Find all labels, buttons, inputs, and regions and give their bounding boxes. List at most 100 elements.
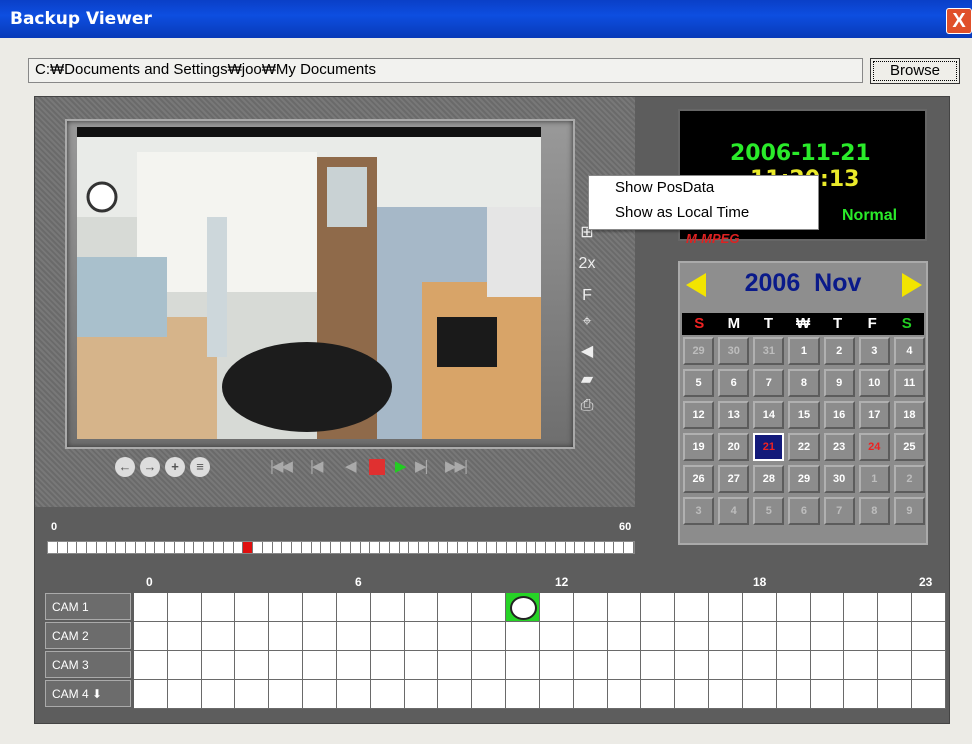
hour-cell[interactable]	[269, 622, 304, 651]
calendar-day[interactable]: 29	[683, 337, 715, 365]
hour-cell[interactable]	[201, 622, 236, 651]
hour-cell[interactable]	[776, 593, 811, 622]
prev-frame-icon[interactable]: |◀	[310, 457, 324, 477]
hour-cell[interactable]	[709, 622, 743, 651]
hour-cell[interactable]	[912, 622, 946, 651]
cam-4-button[interactable]: CAM 4 ⬇	[45, 680, 131, 707]
hour-cell[interactable]	[506, 622, 540, 651]
minute-cell[interactable]	[419, 542, 429, 553]
minute-cell[interactable]	[292, 542, 302, 553]
hour-cell[interactable]	[506, 593, 540, 622]
calendar-day[interactable]: 28	[753, 465, 785, 493]
minute-cell[interactable]	[136, 542, 146, 553]
calendar-day[interactable]: 11	[893, 369, 925, 397]
minute-cell[interactable]	[194, 542, 205, 553]
hour-cell[interactable]	[438, 622, 473, 651]
minute-cell[interactable]	[302, 542, 312, 553]
minute-cell[interactable]	[253, 542, 263, 553]
hour-cell[interactable]	[404, 680, 439, 709]
minute-cell[interactable]	[614, 542, 625, 553]
hour-cell[interactable]	[472, 651, 507, 680]
hour-cell[interactable]	[776, 680, 811, 709]
zoom-button[interactable]: 2x	[572, 255, 602, 273]
hour-cell[interactable]	[269, 593, 304, 622]
minute-cell[interactable]	[331, 542, 341, 553]
minute-cell[interactable]	[97, 542, 107, 553]
minute-cell[interactable]	[321, 542, 332, 553]
open-folder-icon[interactable]: ▰	[572, 369, 602, 389]
hour-cell[interactable]	[573, 622, 608, 651]
minute-cell[interactable]	[536, 542, 547, 553]
calendar-day[interactable]: 26	[683, 465, 715, 493]
minute-cell[interactable]	[243, 542, 254, 553]
minute-cell[interactable]	[439, 542, 449, 553]
hour-cell[interactable]	[810, 651, 845, 680]
hour-cell[interactable]	[709, 680, 743, 709]
calendar-day[interactable]: 5	[683, 369, 715, 397]
minute-cell[interactable]	[312, 542, 322, 553]
hour-cell[interactable]	[776, 651, 811, 680]
hour-cell[interactable]	[675, 651, 710, 680]
minute-cell[interactable]	[204, 542, 215, 553]
calendar-day[interactable]: 8	[788, 369, 820, 397]
hour-cell[interactable]	[201, 593, 236, 622]
prev-month-icon[interactable]	[686, 273, 706, 297]
minute-cell[interactable]	[478, 542, 488, 553]
calendar-day[interactable]: 19	[683, 433, 715, 461]
hour-cell[interactable]	[742, 622, 777, 651]
calendar-day[interactable]: 9	[823, 369, 855, 397]
snapshot-icon[interactable]: ⌖	[572, 313, 602, 331]
calendar-day[interactable]: 24	[858, 433, 890, 461]
calendar-day[interactable]: 25	[893, 433, 925, 461]
hour-cell[interactable]	[167, 651, 202, 680]
calendar-day[interactable]: 4	[893, 337, 925, 365]
minute-bar[interactable]	[47, 541, 635, 554]
calendar-day[interactable]: 27	[718, 465, 750, 493]
hour-cell[interactable]	[878, 593, 913, 622]
hour-cell[interactable]	[303, 593, 337, 622]
hour-cell[interactable]	[912, 593, 946, 622]
minute-cell[interactable]	[585, 542, 595, 553]
minute-cell[interactable]	[380, 542, 390, 553]
hour-cell[interactable]	[370, 680, 405, 709]
hour-cell[interactable]	[607, 680, 642, 709]
hour-cell[interactable]	[269, 651, 304, 680]
hour-cell[interactable]	[573, 680, 608, 709]
back-icon[interactable]: ←	[115, 457, 135, 477]
calendar-day[interactable]: 1	[788, 337, 820, 365]
play-icon[interactable]: ▶	[395, 457, 406, 477]
title-bar[interactable]: Backup Viewer X	[0, 0, 972, 38]
hour-cell[interactable]	[472, 680, 507, 709]
reverse-play-icon[interactable]: ◀	[345, 457, 356, 477]
calendar-day[interactable]: 2	[893, 465, 925, 493]
hour-cell[interactable]	[167, 680, 202, 709]
minute-cell[interactable]	[116, 542, 127, 553]
last-frame-icon[interactable]: ▶▶|	[445, 457, 468, 477]
hour-cell[interactable]	[167, 622, 202, 651]
calendar-day[interactable]: 14	[753, 401, 785, 429]
hour-cell[interactable]	[539, 680, 574, 709]
minute-cell[interactable]	[370, 542, 381, 553]
hour-cell[interactable]	[878, 680, 913, 709]
first-frame-icon[interactable]: |◀◀	[270, 457, 293, 477]
hour-cell[interactable]	[607, 651, 642, 680]
minute-cell[interactable]	[175, 542, 185, 553]
hour-cell[interactable]	[675, 593, 710, 622]
hour-cell[interactable]	[810, 680, 845, 709]
calendar-day[interactable]: 15	[788, 401, 820, 429]
next-month-icon[interactable]	[902, 273, 922, 297]
hour-cell[interactable]	[675, 680, 710, 709]
calendar-day[interactable]: 7	[753, 369, 785, 397]
hour-cell[interactable]	[336, 651, 371, 680]
hour-cell[interactable]	[235, 680, 270, 709]
calendar-day[interactable]: 2	[823, 337, 855, 365]
hour-cell[interactable]	[675, 622, 710, 651]
minute-cell[interactable]	[87, 542, 97, 553]
hour-cell[interactable]	[134, 651, 168, 680]
minute-cell[interactable]	[361, 542, 371, 553]
hour-cell[interactable]	[742, 680, 777, 709]
minute-cell[interactable]	[390, 542, 400, 553]
minute-cell[interactable]	[155, 542, 166, 553]
calendar-day[interactable]: 1	[858, 465, 890, 493]
minute-cell[interactable]	[556, 542, 566, 553]
